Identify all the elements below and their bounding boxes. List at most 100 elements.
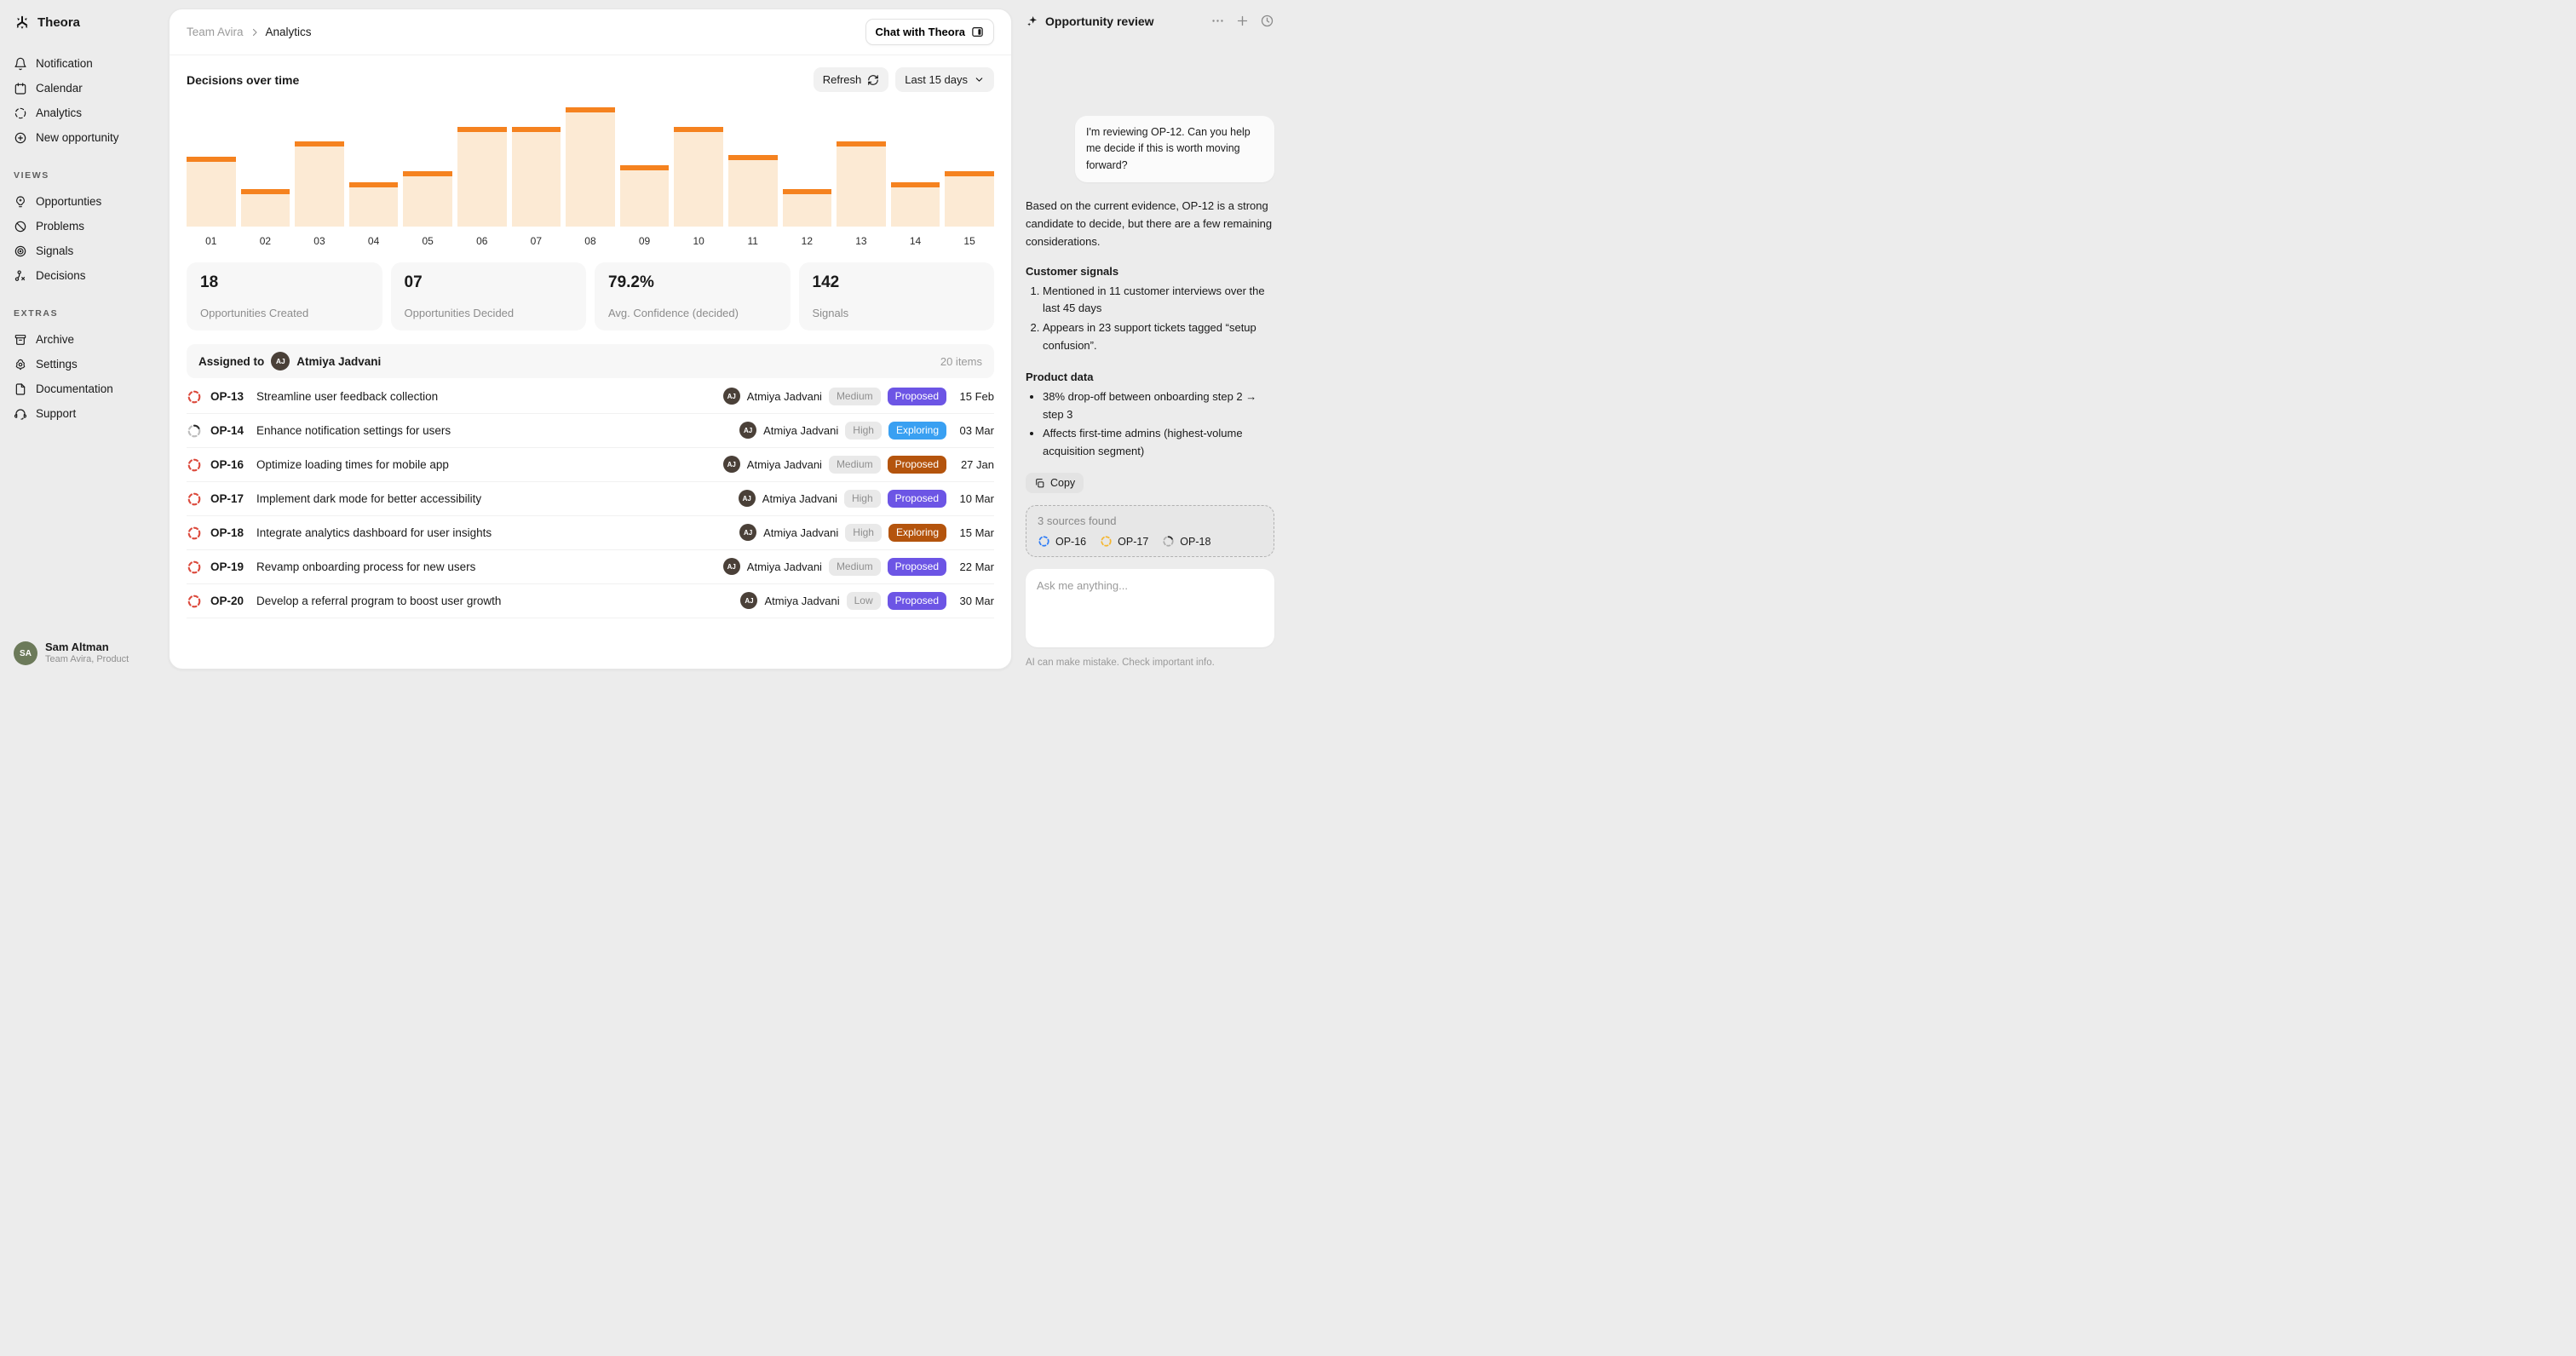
assignee-name: Atmiya Jadvani <box>763 526 838 539</box>
chart-bar-column: 13 <box>837 141 886 247</box>
table-row[interactable]: OP-20 Develop a referral program to boos… <box>187 584 994 618</box>
opportunity-title: Implement dark mode for better accessibi… <box>256 492 481 505</box>
chart-bar-column: 03 <box>295 141 344 247</box>
table-row[interactable]: OP-18 Integrate analytics dashboard for … <box>187 516 994 550</box>
source-chip[interactable]: OP-16 <box>1038 535 1086 548</box>
table-row[interactable]: OP-14 Enhance notification settings for … <box>187 414 994 448</box>
sidebar-item-calendar[interactable]: Calendar <box>14 76 160 101</box>
chart-bar <box>241 189 290 227</box>
opportunity-id: OP-16 <box>210 458 248 471</box>
history-clock-icon[interactable] <box>1260 14 1274 28</box>
chart-bar-label: 03 <box>295 235 344 247</box>
stat-value: 18 <box>200 273 369 292</box>
source-id: OP-18 <box>1180 536 1210 548</box>
source-chip[interactable]: OP-17 <box>1100 535 1148 548</box>
sidebar-item-label: Notification <box>36 57 93 70</box>
sidebar-item-opportunities[interactable]: Opportunties <box>14 189 160 214</box>
stat-value: 142 <box>813 273 981 292</box>
sidebar-item-problems[interactable]: Problems <box>14 214 160 238</box>
sidebar-item-archive[interactable]: Archive <box>14 327 160 352</box>
date: 30 Mar <box>953 595 994 607</box>
gear-icon <box>14 358 27 371</box>
date-range-dropdown[interactable]: Last 15 days <box>895 67 994 92</box>
refresh-icon <box>867 74 879 86</box>
table-row[interactable]: OP-17 Implement dark mode for better acc… <box>187 482 994 516</box>
stat-label: Avg. Confidence (decided) <box>608 307 777 319</box>
date: 15 Mar <box>953 526 994 539</box>
priority-badge: Medium <box>829 388 881 405</box>
date-range-label: Last 15 days <box>905 73 968 86</box>
bell-icon <box>14 57 27 71</box>
chart-bar-label: 11 <box>728 235 778 247</box>
chart-bar <box>566 107 615 227</box>
stat-card-avg-confidence: 79.2% Avg. Confidence (decided) <box>595 262 791 330</box>
sidebar-item-notification[interactable]: Notification <box>14 51 160 76</box>
sources-box: 3 sources found OP-16 OP-17 OP-18 <box>1026 505 1274 557</box>
stat-label: Opportunities Decided <box>405 307 573 319</box>
sidebar-item-support[interactable]: Support <box>14 401 160 426</box>
chart-bar-column: 14 <box>891 182 940 247</box>
side-panel-icon <box>971 26 984 38</box>
date: 22 Mar <box>953 560 994 573</box>
sources-count-label: 3 sources found <box>1038 514 1262 527</box>
user-profile[interactable]: SA Sam Altman Team Avira, Product <box>14 641 160 666</box>
dashed-circle-amber-icon <box>1100 535 1113 548</box>
chat-with-theora-button[interactable]: Chat with Theora <box>865 19 994 45</box>
table-row[interactable]: OP-19 Revamp onboarding process for new … <box>187 550 994 584</box>
refresh-button[interactable]: Refresh <box>814 67 889 92</box>
avatar: AJ <box>271 352 290 371</box>
chart-bar-label: 07 <box>512 235 561 247</box>
chart-bar-column: 04 <box>349 182 399 247</box>
app-logo[interactable]: Theora <box>14 14 160 31</box>
table-row[interactable]: OP-16 Optimize loading times for mobile … <box>187 448 994 482</box>
ask-input[interactable] <box>1026 569 1274 647</box>
ai-disclaimer: AI can make mistake. Check important inf… <box>1026 658 1274 668</box>
status-badge: Proposed <box>888 388 946 405</box>
sidebar-item-settings[interactable]: Settings <box>14 352 160 376</box>
chart-bar-label: 05 <box>403 235 452 247</box>
opportunity-id: OP-18 <box>210 526 248 539</box>
chart-bar-label: 12 <box>783 235 832 247</box>
priority-badge: Medium <box>829 558 881 575</box>
source-id: OP-16 <box>1055 536 1086 548</box>
spacer <box>1026 28 1274 116</box>
assignee-name: Atmiya Jadvani <box>763 424 838 437</box>
breadcrumb-parent[interactable]: Team Avira <box>187 26 244 38</box>
sidebar-item-decisions[interactable]: Decisions <box>14 263 160 288</box>
new-chat-plus-icon[interactable] <box>1235 14 1250 28</box>
panel-header: Opportunity review <box>1026 14 1274 28</box>
copy-button[interactable]: Copy <box>1026 473 1084 493</box>
chat-with-theora-label: Chat with Theora <box>876 26 965 38</box>
calendar-icon <box>14 82 27 95</box>
breadcrumb-current: Analytics <box>266 26 312 38</box>
table-row[interactable]: OP-13 Streamline user feedback collectio… <box>187 380 994 414</box>
assignee-name: Atmiya Jadvani <box>747 458 822 471</box>
avatar: AJ <box>739 524 756 541</box>
items-count: 20 items <box>940 355 982 368</box>
sidebar-item-new-opportunity[interactable]: New opportunity <box>14 125 160 150</box>
avatar: AJ <box>723 456 740 473</box>
sidebar-item-analytics[interactable]: Analytics <box>14 101 160 125</box>
opportunity-title: Enhance notification settings for users <box>256 424 451 437</box>
chart-bar <box>457 127 507 227</box>
circle-slash-icon <box>14 220 27 233</box>
main-body: Decisions over time Refresh Last 15 days <box>170 55 1011 669</box>
sidebar-item-documentation[interactable]: Documentation <box>14 376 160 401</box>
opportunity-title: Revamp onboarding process for new users <box>256 560 475 573</box>
sidebar-item-label: New opportunity <box>36 131 119 144</box>
lightbulb-plus-icon <box>14 195 27 209</box>
stat-label: Opportunities Created <box>200 307 369 319</box>
chart-bar-label: 13 <box>837 235 886 247</box>
chart-bar <box>295 141 344 227</box>
more-options-icon[interactable] <box>1210 14 1225 28</box>
status-badge: Proposed <box>888 558 946 575</box>
ai-response-intro: Based on the current evidence, OP-12 is … <box>1026 198 1274 250</box>
chart-bar-column: 08 <box>566 107 615 247</box>
sidebar-section-views: VIEWS <box>14 170 160 181</box>
source-chip[interactable]: OP-18 <box>1162 535 1210 548</box>
chart-bar <box>728 155 778 227</box>
chart-bar-column: 12 <box>783 189 832 247</box>
sidebar-item-label: Archive <box>36 333 74 346</box>
sidebar-item-signals[interactable]: Signals <box>14 238 160 263</box>
copy-icon <box>1034 478 1045 489</box>
